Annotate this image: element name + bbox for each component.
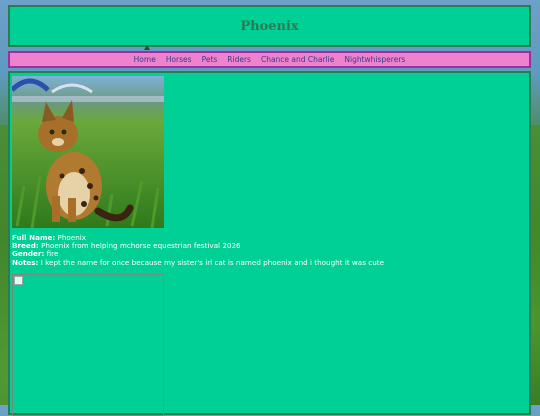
- nav-home-link[interactable]: Home: [129, 55, 161, 64]
- nav-chance-and-charlie-link[interactable]: Chance and Charlie: [256, 55, 339, 64]
- broken-image: [12, 274, 164, 416]
- broken-image-icon: [14, 276, 23, 285]
- site-header: Phoenix: [8, 5, 531, 47]
- nav-pointer-icon: [144, 45, 150, 50]
- pet-info: Full Name: Phoenix Breed: Phoenix from h…: [12, 233, 384, 267]
- notes-label: Notes:: [12, 257, 39, 267]
- breed-row: Breed: Phoenix from helping mchorse eque…: [12, 242, 384, 250]
- nav-nightwhisperers-link[interactable]: Nightwhisperers: [339, 55, 410, 64]
- nav-pets-link[interactable]: Pets: [197, 55, 223, 64]
- nav-horses-link[interactable]: Horses: [161, 55, 197, 64]
- notes-value: I kept the name for once because my sist…: [40, 257, 384, 267]
- pet-photo: [12, 76, 164, 228]
- nav-riders-link[interactable]: Riders: [222, 55, 256, 64]
- breed-value: Phoenix from helping mchorse equestrian …: [41, 241, 241, 251]
- cat-image: [12, 76, 164, 228]
- notes-row: Notes: I kept the name for once because …: [12, 257, 384, 267]
- page-title: Phoenix: [240, 18, 299, 34]
- main-nav: Home Horses Pets Riders Chance and Charl…: [8, 51, 531, 68]
- content-panel: Full Name: Phoenix Breed: Phoenix from h…: [8, 71, 531, 416]
